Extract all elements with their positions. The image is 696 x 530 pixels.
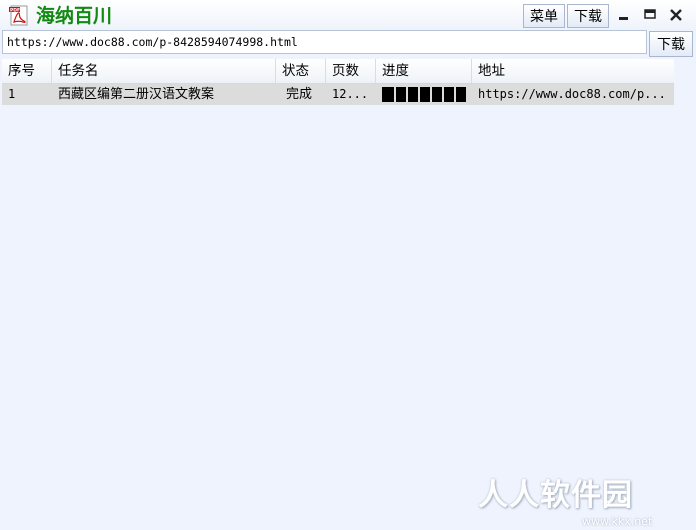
row-address: https://www.doc88.com/p... xyxy=(478,87,666,101)
row-pages: 12... xyxy=(332,87,369,101)
column-header-index[interactable]: 序号 xyxy=(2,59,52,83)
pdf-app-icon: PDF xyxy=(9,5,28,26)
row-progress-bar xyxy=(382,87,466,102)
table-row[interactable]: 1 西藏区编第二册汉语文教案 完成 12... https://www.doc8… xyxy=(2,84,674,105)
title-bar: PDF 海纳百川 菜单 下载 xyxy=(0,0,696,30)
column-header-address[interactable]: 地址 xyxy=(472,59,674,83)
download-button-top[interactable]: 下载 xyxy=(567,4,609,28)
url-input[interactable] xyxy=(2,30,647,54)
maximize-icon[interactable] xyxy=(640,6,660,26)
close-icon[interactable] xyxy=(666,6,686,26)
row-task-name: 西藏区编第二册汉语文教案 xyxy=(58,87,215,102)
column-header-pages[interactable]: 页数 xyxy=(326,59,376,83)
column-header-status[interactable]: 状态 xyxy=(276,59,326,83)
menu-button[interactable]: 菜单 xyxy=(523,4,565,28)
watermark-url: www.kkx.net xyxy=(582,515,653,528)
task-table: 序号 任务名 状态 页数 进度 地址 1 西藏区编第二册汉语文教案 完成 12.… xyxy=(2,59,694,105)
minimize-icon[interactable] xyxy=(614,6,634,26)
row-status: 完成 xyxy=(286,87,313,102)
row-index: 1 xyxy=(8,87,16,101)
app-title: 海纳百川 xyxy=(36,5,113,27)
watermark-text: 人人软件园 xyxy=(478,478,633,513)
table-header: 序号 任务名 状态 页数 进度 地址 xyxy=(2,59,674,84)
column-header-name[interactable]: 任务名 xyxy=(52,59,276,83)
column-header-progress[interactable]: 进度 xyxy=(376,59,472,83)
download-button[interactable]: 下载 xyxy=(649,31,693,57)
